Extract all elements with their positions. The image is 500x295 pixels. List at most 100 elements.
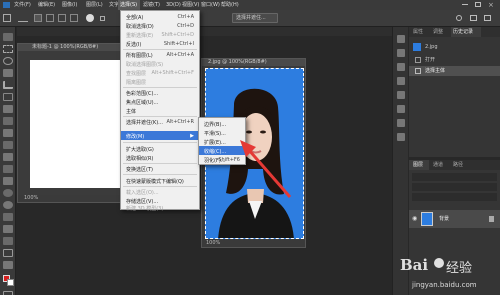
new-selection-icon[interactable]	[34, 14, 42, 22]
history-entry-label: 选择主体	[425, 68, 446, 74]
menu-help[interactable]: 帮助(H)	[221, 3, 239, 8]
snapshot-filename: 2.jpg	[425, 44, 438, 50]
tab-paths[interactable]: 路径	[453, 163, 463, 168]
blur-tool-icon[interactable]	[3, 189, 13, 197]
lasso-tool-icon[interactable]	[3, 57, 13, 65]
search-icon[interactable]	[456, 15, 462, 21]
option-checkbox[interactable]	[100, 16, 105, 21]
intersect-selection-icon[interactable]	[70, 14, 78, 22]
menu-layer[interactable]: 图层(L)	[86, 3, 103, 8]
frame-tool-icon[interactable]	[3, 93, 13, 101]
menu-window[interactable]: 窗口(W)	[201, 3, 220, 8]
color-range-item[interactable]: 色彩范围(C)...	[121, 88, 199, 97]
menu-3d[interactable]: 3D(D)	[166, 3, 181, 8]
character-panel-icon[interactable]	[397, 105, 405, 113]
hand-tool-icon[interactable]	[3, 261, 13, 269]
watermark-brand2: 经验	[446, 261, 473, 276]
select-and-mask-item[interactable]: 选择并遮住(K)... Alt+Ctrl+R	[121, 117, 199, 126]
dodge-tool-icon[interactable]	[3, 201, 13, 209]
paragraph-panel-icon[interactable]	[397, 119, 405, 127]
all-layers-item[interactable]: 所有图层(L) Alt+Ctrl+A	[121, 50, 199, 59]
baidu-watermark: Bai 经验 jingyan.baidu.com	[398, 250, 498, 294]
adjustments-panel-icon[interactable]	[397, 63, 405, 71]
border-item[interactable]: 边界(B)...	[199, 119, 245, 128]
save-selection-item[interactable]: 存储选区(V)...	[121, 196, 199, 205]
similar-item[interactable]: 选取相似(R)	[121, 153, 199, 162]
focus-area-item[interactable]: 焦点区域(U)...	[121, 97, 199, 106]
marquee-tool-icon[interactable]	[3, 45, 13, 53]
menu-select[interactable]: 选择(S)	[120, 3, 137, 8]
crop-tool-icon[interactable]	[3, 81, 13, 89]
history-panel-icon[interactable]	[397, 35, 405, 43]
subject-item[interactable]: 主体	[121, 106, 199, 115]
menu-image[interactable]: 图像(I)	[62, 3, 77, 8]
history-step-icon	[415, 57, 421, 63]
quick-mask-item[interactable]: 在快速蒙版模式下编辑(Q)	[121, 176, 199, 185]
watermark-url: jingyan.baidu.com	[412, 281, 477, 289]
history-entry-select-subject[interactable]: 选择主体	[409, 66, 500, 76]
deselect-layers-item[interactable]: 取消选择图层(S)	[121, 59, 199, 68]
history-brush-tool-icon[interactable]	[3, 153, 13, 161]
clone-stamp-tool-icon[interactable]	[3, 141, 13, 149]
shape-tool-icon[interactable]	[3, 249, 13, 257]
grow-item[interactable]: 扩大选取(G)	[121, 144, 199, 153]
isolate-layers-item[interactable]: 隔离图层	[121, 77, 199, 86]
subtract-selection-icon[interactable]	[58, 14, 66, 22]
tab-channels[interactable]: 通道	[433, 163, 443, 168]
move-tool-icon[interactable]	[3, 33, 13, 41]
workspace-icon[interactable]	[470, 15, 477, 21]
quick-mask-icon[interactable]	[3, 291, 13, 295]
document-title: 未标题-1 @ 100%(RGB/8#)	[32, 44, 99, 50]
brush-preset-icon[interactable]	[18, 14, 28, 22]
select-all-item[interactable]: 全部(A) Ctrl+A	[121, 12, 199, 21]
pen-tool-icon[interactable]	[3, 213, 13, 221]
modify-item[interactable]: 修改(M) ▶	[121, 131, 199, 140]
layer-row-background[interactable]: ◉ 背景	[409, 210, 500, 228]
minimize-icon[interactable]	[462, 4, 468, 5]
new-3d-model-item[interactable]: 新建 3D 模型(3)	[121, 205, 199, 212]
healing-tool-icon[interactable]	[3, 117, 13, 125]
menu-filter[interactable]: 滤镜(T)	[143, 3, 160, 8]
layer-filter-row[interactable]	[412, 173, 497, 181]
properties-panel-icon[interactable]	[397, 49, 405, 57]
share-icon[interactable]	[484, 15, 491, 21]
history-snapshot-row[interactable]: 2.jpg	[409, 41, 500, 53]
menu-view[interactable]: 视图(V)	[182, 3, 199, 8]
transform-selection-item[interactable]: 变换选区(T)	[121, 164, 199, 173]
tab-history[interactable]: 历史记录	[453, 30, 473, 35]
close-icon[interactable]: ×	[488, 2, 494, 9]
glyphs-panel-icon[interactable]	[397, 133, 405, 141]
home-icon[interactable]	[3, 14, 11, 22]
add-selection-icon[interactable]	[46, 14, 54, 22]
inverse-item[interactable]: 反选(I) Shift+Ctrl+I	[121, 39, 199, 48]
menu-file[interactable]: 文件(F)	[14, 3, 31, 8]
menu-edit[interactable]: 编辑(E)	[38, 3, 55, 8]
swatches-panel-icon[interactable]	[397, 77, 405, 85]
find-layers-item[interactable]: 查找图层 Alt+Shift+Ctrl+F	[121, 68, 199, 77]
path-select-tool-icon[interactable]	[3, 237, 13, 245]
visibility-eye-icon[interactable]: ◉	[412, 216, 417, 222]
select-and-mask-button[interactable]: 选择并遮住...	[232, 13, 278, 23]
ps-logo-icon[interactable]	[3, 2, 10, 8]
reselect-item[interactable]: 重新选择(E) Shift+Ctrl+D	[121, 30, 199, 39]
layer-name: 背景	[439, 216, 450, 222]
deselect-item[interactable]: 取消选择(D) Ctrl+D	[121, 21, 199, 30]
background-color-swatch[interactable]	[7, 279, 14, 286]
brush-tool-icon[interactable]	[3, 129, 13, 137]
brush-panel-icon[interactable]	[397, 91, 405, 99]
quick-select-tool-icon[interactable]	[3, 69, 13, 77]
blend-mode-row[interactable]	[412, 183, 497, 191]
eyedropper-tool-icon[interactable]	[3, 105, 13, 113]
load-selection-item[interactable]: 载入选区(O)...	[121, 187, 199, 196]
tab-layers[interactable]: 图层	[413, 163, 423, 168]
photo-title-bar[interactable]: 2.jpg @ 100%(RGB/8#)	[202, 59, 305, 66]
brush-size-icon[interactable]	[86, 14, 94, 22]
maximize-icon[interactable]	[475, 2, 481, 7]
type-tool-icon[interactable]	[3, 225, 13, 233]
eraser-tool-icon[interactable]	[3, 165, 13, 173]
gradient-tool-icon[interactable]	[3, 177, 13, 185]
submenu-arrow-icon: ▶	[190, 133, 194, 139]
tab-adjustments[interactable]: 调整	[433, 30, 443, 35]
tab-properties[interactable]: 属性	[413, 30, 423, 35]
history-entry-open[interactable]: 打开	[409, 55, 500, 65]
